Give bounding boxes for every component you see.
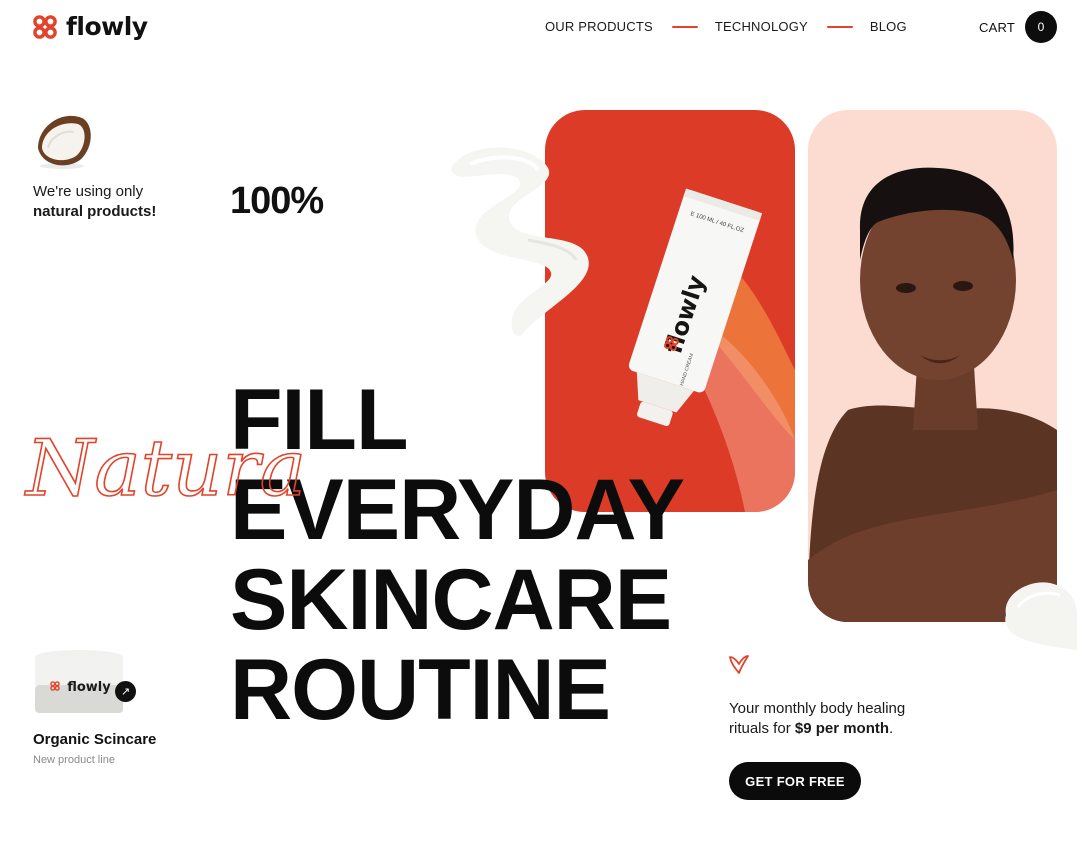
flowly-logo-icon: [33, 14, 57, 39]
brand-logo[interactable]: flowly: [32, 12, 148, 41]
natural-script-word: Natural: [23, 423, 302, 515]
offer-price: $9 per month: [794, 720, 890, 737]
nav-technology[interactable]: TECHNOLOGY: [715, 19, 808, 34]
product-name: Organic Scincare: [33, 731, 157, 748]
cream-jar-image[interactable]: flowly: [33, 648, 125, 714]
heart-icon: [729, 655, 749, 674]
coconut-image: [38, 115, 91, 169]
nav-divider: [671, 25, 698, 28]
model-portrait-card: [808, 110, 1057, 622]
headline-line-4: ROUTINE: [230, 642, 611, 738]
main-nav: OUR PRODUCTS TECHNOLOGY BLOG: [545, 19, 907, 34]
cream-blob-image: [1005, 582, 1077, 650]
cart-button[interactable]: CART 0: [979, 11, 1057, 43]
offer-line-1: Your monthly body healing: [729, 700, 906, 717]
intro-line-1: We're using only: [33, 183, 144, 200]
offer-line-2-end: .: [889, 720, 894, 737]
offer-line-2: rituals for $9 per month.: [729, 719, 959, 739]
model-portrait-image: [808, 167, 1057, 622]
intro-line-2-bold: natural products!: [33, 203, 157, 220]
offer-line-2-start: rituals for: [729, 720, 795, 737]
jar-brand: flowly: [67, 680, 111, 695]
get-for-free-button[interactable]: GET FOR FREE: [729, 762, 861, 800]
nav-our-products[interactable]: OUR PRODUCTS: [545, 19, 653, 34]
natural-stat: 100%: [230, 180, 324, 222]
cart-label: CART: [979, 19, 1015, 35]
intro-line-2: natural products!: [33, 202, 156, 222]
arrow-up-right-icon[interactable]: ↗: [115, 681, 136, 702]
script-text: Natural: [24, 424, 302, 514]
product-subtitle: New product line: [33, 754, 115, 766]
cream-swirl-image: [451, 147, 589, 336]
nav-divider: [826, 25, 853, 28]
brand-name: flowly: [66, 12, 148, 41]
intro-text: We're using only natural products!: [33, 182, 156, 222]
offer-text: Your monthly body healing rituals for $9…: [729, 699, 959, 739]
cart-count-badge: 0: [1025, 11, 1057, 43]
nav-blog[interactable]: BLOG: [870, 19, 907, 34]
headline-line-3: SKINCARE: [230, 552, 672, 648]
